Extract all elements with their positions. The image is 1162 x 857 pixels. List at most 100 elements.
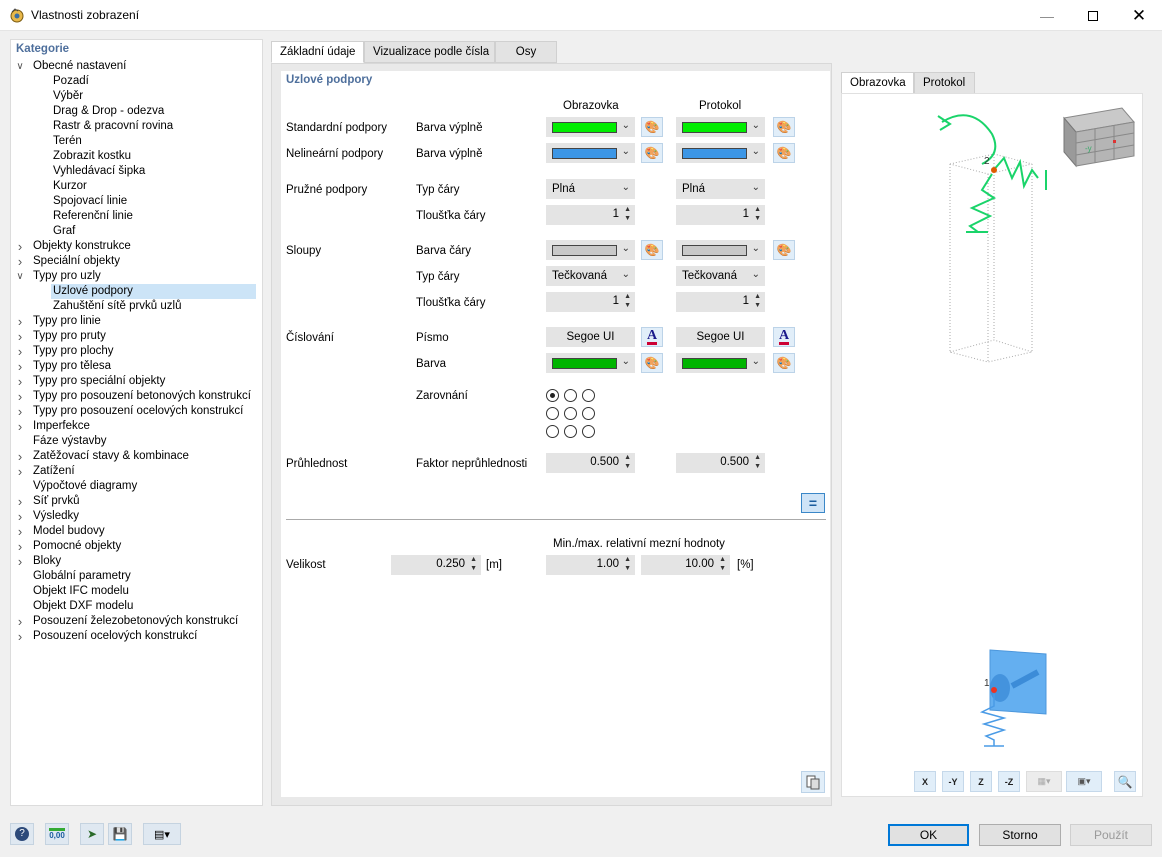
min-spinner[interactable]: 1.00 ▲ ▼ [546,555,635,575]
apply-button[interactable]: Použít [1070,824,1152,846]
tab-preview-screen[interactable]: Obrazovka [841,72,914,94]
view-minus-y-button[interactable]: -Y [942,771,964,792]
palette-button[interactable]: 🎨 [641,353,663,373]
screen-font-button[interactable]: Segoe UI [546,327,635,347]
tree-item[interactable]: Typy pro plochy [31,344,116,359]
chevron-right-icon[interactable]: › [15,374,25,389]
spin-arrows-icon[interactable]: ▲ ▼ [624,205,631,223]
tree-item[interactable]: Typy pro speciální objekty [31,374,167,389]
library-button[interactable] [801,771,825,793]
tab-basic-data[interactable]: Základní údaje [271,41,364,63]
tree-item[interactable]: Fáze výstavby [31,434,109,449]
chevron-right-icon[interactable]: › [15,389,25,404]
reset-zoom-button[interactable]: 🔍 [1114,771,1136,792]
minimize-button[interactable]: — [1024,0,1070,31]
save-button[interactable]: 💾 [108,823,132,845]
align-middle-right-radio[interactable] [582,407,595,420]
tree-item[interactable]: Obecné nastavení [31,59,128,74]
elastic-protocol-thickness-spinner[interactable]: 1 ▲ ▼ [676,205,765,225]
view-minus-z-button[interactable]: -Z [998,771,1020,792]
max-spinner[interactable]: 10.00 ▲ ▼ [641,555,730,575]
palette-button[interactable]: 🎨 [773,143,795,163]
tree-item[interactable]: Typy pro posouzení ocelových konstrukcí [31,404,245,419]
view-z-button[interactable]: Z [970,771,992,792]
tree-item[interactable]: Kurzor [51,179,89,194]
spin-arrows-icon[interactable]: ▲ ▼ [624,453,631,471]
tree-item[interactable]: Síť prvků [31,494,82,509]
tree-item[interactable]: Rastr & pracovní rovina [51,119,175,134]
chevron-right-icon[interactable]: › [15,449,25,464]
columns-protocol-line-type-dropdown[interactable]: Tečkovaná ⌄ [676,266,765,286]
equal-settings-button[interactable]: = [801,493,825,513]
elastic-protocol-line-type-dropdown[interactable]: Plná ⌄ [676,179,765,199]
align-middle-left-radio[interactable] [546,407,559,420]
protocol-font-button[interactable]: Segoe UI [676,327,765,347]
spin-arrows-icon[interactable]: ▲ ▼ [754,205,761,223]
chevron-down-icon[interactable]: ∨ [15,269,25,284]
palette-button[interactable]: 🎨 [641,143,663,163]
tree-item[interactable]: Vyhledávací šipka [51,164,147,179]
elastic-screen-thickness-spinner[interactable]: 1 ▲ ▼ [546,205,635,225]
align-top-left-radio[interactable] [546,389,559,402]
spin-arrows-icon[interactable]: ▲ ▼ [754,292,761,310]
nonlinear-protocol-color-dropdown[interactable]: ⌄ [676,143,765,163]
spin-arrows-icon[interactable]: ▲ ▼ [624,555,631,573]
columns-protocol-thickness-spinner[interactable]: 1 ▲ ▼ [676,292,765,312]
view-x-button[interactable]: X [914,771,936,792]
chevron-down-icon[interactable]: ∨ [15,59,25,74]
columns-protocol-color-dropdown[interactable]: ⌄ [676,240,765,260]
tree-item[interactable]: Speciální objekty [31,254,122,269]
columns-screen-line-type-dropdown[interactable]: Tečkovaná ⌄ [546,266,635,286]
chevron-right-icon[interactable]: › [15,494,25,509]
render-mode-dropdown[interactable]: ▦▾ [1026,771,1062,792]
align-top-right-radio[interactable] [582,389,595,402]
ok-button[interactable]: OK [888,824,969,846]
units-button[interactable]: 0,00 [45,823,69,845]
chevron-right-icon[interactable]: › [15,314,25,329]
tree-item[interactable]: Posouzení ocelových konstrukcí [31,629,199,644]
tree-item[interactable]: Výběr [51,89,85,104]
maximize-button[interactable] [1070,0,1116,31]
tree-item[interactable]: Typy pro linie [31,314,103,329]
tree-item[interactable]: Zobrazit kostku [51,149,133,164]
chevron-right-icon[interactable]: › [15,614,25,629]
spin-arrows-icon[interactable]: ▲ ▼ [754,453,761,471]
columns-screen-color-dropdown[interactable]: ⌄ [546,240,635,260]
tree-item[interactable]: Graf [51,224,77,239]
chevron-right-icon[interactable]: › [15,464,25,479]
palette-button[interactable]: 🎨 [773,240,795,260]
tree-item[interactable]: Drag & Drop - odezva [51,104,166,119]
chevron-right-icon[interactable]: › [15,254,25,269]
font-style-button[interactable]: A [641,327,663,347]
numbering-screen-color-dropdown[interactable]: ⌄ [546,353,635,373]
align-bottom-left-radio[interactable] [546,425,559,438]
chevron-right-icon[interactable]: › [15,344,25,359]
import-button[interactable]: ➤ [80,823,104,845]
palette-button[interactable]: 🎨 [641,240,663,260]
align-middle-center-radio[interactable] [564,407,577,420]
chevron-right-icon[interactable]: › [15,419,25,434]
tree-item[interactable]: Objekty konstrukce [31,239,133,254]
chevron-right-icon[interactable]: › [15,359,25,374]
spin-arrows-icon[interactable]: ▲ ▼ [470,555,477,573]
tree-item[interactable]: Typy pro uzly [31,269,103,284]
library-dropdown[interactable]: ▤▾ [143,823,181,845]
cancel-button[interactable]: Storno [979,824,1061,846]
tree-item[interactable]: Bloky [31,554,63,569]
elastic-screen-line-type-dropdown[interactable]: Plná ⌄ [546,179,635,199]
tree-item[interactable]: Uzlové podpory [51,284,256,299]
tab-preview-protocol[interactable]: Protokol [914,72,975,94]
tree-item[interactable]: Objekt IFC modelu [31,584,131,599]
align-bottom-right-radio[interactable] [582,425,595,438]
tab-axes[interactable]: Osy [495,41,557,63]
tab-visualization-by-number[interactable]: Vizualizace podle čísla [364,41,495,63]
category-tree[interactable]: Kategorie Obecné nastavení ∨ Pozadí Výběr Dr… [10,39,263,806]
chevron-right-icon[interactable]: › [15,404,25,419]
protocol-opacity-spinner[interactable]: 0.500 ▲ ▼ [676,453,765,473]
tree-item[interactable]: Typy pro posouzení betonových konstrukcí [31,389,253,404]
font-style-button[interactable]: A [773,327,795,347]
tree-item[interactable]: Terén [51,134,84,149]
spin-arrows-icon[interactable]: ▲ ▼ [719,555,726,573]
tree-item[interactable]: Referenční linie [51,209,135,224]
tree-item[interactable]: Výsledky [31,509,81,524]
